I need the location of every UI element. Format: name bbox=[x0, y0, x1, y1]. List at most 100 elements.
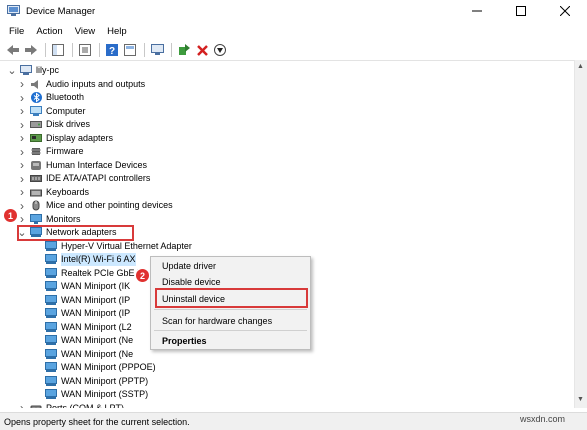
computer-icon bbox=[30, 105, 42, 117]
tree-item-label: Monitors bbox=[46, 213, 81, 224]
network-adapter-item[interactable]: WAN Miniport (IP bbox=[32, 307, 130, 320]
network-adapter-item[interactable]: WAN Miniport (IK bbox=[32, 280, 130, 293]
tree-category-item[interactable]: › Human Interface Devices bbox=[17, 158, 148, 172]
update-driver-button[interactable] bbox=[176, 42, 192, 58]
tree-category-item[interactable]: › Disk drives bbox=[17, 118, 91, 132]
chevron-right-icon[interactable]: › bbox=[17, 118, 27, 132]
chevron-right-icon[interactable]: › bbox=[17, 158, 27, 172]
keyboard-icon bbox=[30, 187, 42, 198]
menu-file[interactable]: File bbox=[3, 26, 30, 37]
tree-root-lily-pc[interactable]: ⌄ lily-pc bbox=[7, 64, 59, 77]
help-button[interactable]: ? bbox=[104, 42, 120, 58]
tree-category-item[interactable]: › Computer bbox=[17, 104, 86, 118]
scan-hardware-button[interactable] bbox=[149, 42, 165, 58]
network-adapter-item[interactable]: WAN Miniport (PPTP) bbox=[32, 375, 148, 388]
no-chevron bbox=[32, 240, 42, 253]
no-chevron bbox=[32, 334, 42, 347]
chevron-right-icon[interactable]: › bbox=[17, 199, 27, 213]
tree-category-item[interactable]: › Monitors bbox=[17, 212, 81, 226]
tree-item-label: WAN Miniport (SSTP) bbox=[61, 389, 149, 399]
toolbar-separator bbox=[171, 43, 172, 57]
network-adapter-icon bbox=[45, 254, 57, 265]
chevron-right-icon[interactable]: › bbox=[17, 212, 27, 226]
menu-properties[interactable]: Properties bbox=[162, 336, 207, 346]
network-adapter-icon bbox=[45, 281, 57, 292]
tree-category-item[interactable]: › IDE ATA/ATAPI controllers bbox=[17, 172, 151, 186]
menu-action[interactable]: Action bbox=[30, 26, 68, 37]
properties-icon bbox=[79, 44, 91, 56]
chevron-down-icon[interactable]: ⌄ bbox=[7, 64, 17, 77]
tree-item-label: IDE ATA/ATAPI controllers bbox=[46, 173, 151, 183]
svg-text:?: ? bbox=[109, 46, 115, 56]
scan-hardware-icon bbox=[150, 44, 164, 55]
chevron-right-icon[interactable]: › bbox=[17, 131, 27, 145]
chevron-right-icon[interactable]: › bbox=[17, 77, 27, 91]
tree-category-item[interactable]: › Firmware bbox=[17, 145, 84, 159]
network-adapter-item[interactable]: WAN Miniport (Ne bbox=[32, 334, 133, 347]
toolbar-separator bbox=[72, 43, 73, 57]
vertical-scrollbar[interactable]: ▲ ▼ bbox=[574, 60, 587, 408]
tree-item-label: Network adapters bbox=[46, 227, 117, 237]
minimize-button[interactable] bbox=[455, 0, 499, 22]
forward-button[interactable] bbox=[23, 42, 39, 58]
tree-item-label: Hyper-V Virtual Ethernet Adapter bbox=[61, 240, 192, 251]
chevron-down-icon[interactable]: ⌄ bbox=[17, 226, 27, 239]
ide-icon bbox=[30, 173, 42, 184]
chevron-right-icon[interactable]: › bbox=[17, 172, 27, 186]
close-icon bbox=[560, 6, 570, 16]
step-badge-1: 1 bbox=[3, 208, 18, 223]
properties-button[interactable] bbox=[77, 42, 93, 58]
menu-update-driver[interactable]: Update driver bbox=[162, 261, 216, 271]
hid-icon bbox=[30, 160, 42, 171]
disable-device-button[interactable] bbox=[212, 42, 228, 58]
network-adapter-item[interactable]: WAN Miniport (SSTP) bbox=[32, 388, 148, 401]
network-adapter-item[interactable]: WAN Miniport (IP bbox=[32, 294, 130, 307]
network-adapter-item[interactable]: Hyper-V Virtual Ethernet Adapter bbox=[32, 240, 192, 253]
close-button[interactable] bbox=[543, 0, 587, 22]
tree-item-label: WAN Miniport (IP bbox=[61, 308, 131, 318]
tree-item-label: Disk drives bbox=[46, 119, 91, 129]
menu-disable-device[interactable]: Disable device bbox=[162, 277, 221, 287]
tree-item-label: Ports (COM & LPT) bbox=[46, 402, 125, 409]
update-driver-icon bbox=[179, 44, 190, 55]
tree-category-item[interactable]: › Keyboards bbox=[17, 185, 89, 199]
network-adapter-item[interactable]: WAN Miniport (Ne bbox=[32, 348, 133, 361]
tree-category-item[interactable]: › Ports (COM & LPT) bbox=[17, 401, 125, 409]
firmware-icon bbox=[30, 146, 42, 157]
no-chevron bbox=[32, 253, 42, 266]
tree-category-item[interactable]: › Display adapters bbox=[17, 131, 113, 145]
show-hide-tree-button[interactable] bbox=[50, 42, 66, 58]
context-menu: Update driver Disable device Uninstall d… bbox=[150, 256, 311, 350]
chevron-right-icon[interactable]: › bbox=[17, 145, 27, 159]
maximize-button[interactable] bbox=[499, 0, 543, 22]
network-adapter-item[interactable]: WAN Miniport (PPPOE) bbox=[32, 361, 156, 374]
chevron-right-icon[interactable]: › bbox=[17, 104, 27, 118]
network-adapter-icon bbox=[45, 335, 57, 346]
network-adapter-icon bbox=[45, 308, 57, 319]
status-text: Opens property sheet for the current sel… bbox=[4, 416, 190, 427]
chevron-right-icon[interactable]: › bbox=[17, 401, 27, 408]
menu-help[interactable]: Help bbox=[101, 26, 133, 37]
device-manager-icon bbox=[7, 5, 20, 16]
back-button[interactable] bbox=[5, 42, 21, 58]
chevron-right-icon[interactable]: › bbox=[17, 91, 27, 105]
details-pane-button[interactable] bbox=[122, 42, 138, 58]
tree-category-item[interactable]: › Bluetooth bbox=[17, 91, 84, 105]
toolbar-separator bbox=[99, 43, 100, 57]
menu-scan-hardware[interactable]: Scan for hardware changes bbox=[162, 316, 272, 326]
network-adapter-item[interactable]: WAN Miniport (L2 bbox=[32, 321, 132, 334]
tree-item-label: Human Interface Devices bbox=[46, 159, 148, 170]
menu-view[interactable]: View bbox=[69, 26, 101, 37]
tree-category-item[interactable]: › Audio inputs and outputs bbox=[17, 77, 145, 91]
network-adapter-item[interactable]: Intel(R) Wi-Fi 6 AX bbox=[32, 253, 136, 266]
tree-category-item[interactable]: › Mice and other pointing devices bbox=[17, 199, 173, 213]
network-adapter-icon bbox=[45, 240, 57, 252]
scroll-down-icon[interactable]: ▼ bbox=[577, 396, 584, 403]
no-chevron bbox=[32, 348, 42, 361]
tree-category-item[interactable]: ⌄ Network adapters bbox=[17, 226, 117, 239]
chevron-right-icon[interactable]: › bbox=[17, 185, 27, 199]
network-adapter-item[interactable]: Realtek PCIe GbE F bbox=[32, 267, 143, 280]
uninstall-button[interactable] bbox=[194, 42, 210, 58]
menu-uninstall-device[interactable]: Uninstall device bbox=[162, 294, 225, 304]
scroll-up-icon[interactable]: ▲ bbox=[577, 63, 584, 70]
